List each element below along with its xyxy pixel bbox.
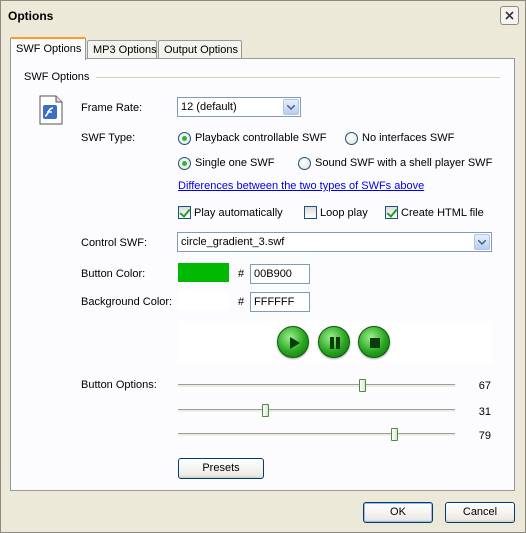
cancel-button[interactable]: Cancel (445, 502, 515, 523)
create-html-checkbox[interactable] (385, 206, 398, 219)
pause-icon (318, 326, 350, 358)
group-divider (96, 77, 500, 78)
flash-document-icon (39, 95, 63, 125)
radio-no-interfaces-label[interactable]: No interfaces SWF (362, 132, 454, 144)
button-color-label: Button Color: (81, 268, 146, 280)
play-automatically-checkbox[interactable] (178, 206, 191, 219)
button-options-label: Button Options: (81, 379, 157, 391)
slider-track-2 (178, 409, 455, 413)
swf-types-help-link[interactable]: Differences between the two types of SWF… (178, 180, 424, 192)
slider-value-3: 79 (478, 430, 491, 442)
frame-rate-value: 12 (default) (181, 101, 237, 113)
create-html-label[interactable]: Create HTML file (401, 207, 484, 219)
frame-rate-label: Frame Rate: (81, 102, 143, 114)
slider-value-1: 67 (478, 380, 491, 392)
radio-no-interfaces[interactable] (345, 132, 358, 145)
radio-playback-controllable[interactable] (178, 132, 191, 145)
loop-play-label[interactable]: Loop play (320, 207, 368, 219)
radio-single-swf[interactable] (178, 157, 191, 170)
play-icon (277, 326, 309, 358)
stop-icon (358, 326, 390, 358)
presets-button[interactable]: Presets (178, 458, 264, 479)
background-color-hash: # (238, 296, 245, 308)
slider-track-3 (178, 433, 455, 437)
background-color-input[interactable]: FFFFFF (250, 292, 310, 312)
slider-track-1 (178, 384, 455, 388)
chevron-down-icon (474, 234, 490, 250)
chevron-down-icon (283, 99, 299, 115)
control-swf-value: circle_gradient_3.swf (181, 236, 285, 248)
radio-playback-controllable-label[interactable]: Playback controllable SWF (195, 132, 326, 144)
radio-sound-shell-swf-label[interactable]: Sound SWF with a shell player SWF (315, 157, 492, 169)
window-title: Options (8, 9, 54, 23)
slider-value-2: 31 (478, 406, 491, 418)
button-color-input[interactable]: 00B900 (250, 264, 310, 284)
radio-single-swf-label[interactable]: Single one SWF (195, 157, 274, 169)
loop-play-checkbox[interactable] (304, 206, 317, 219)
button-color-hash: # (238, 268, 245, 280)
radio-sound-shell-swf[interactable] (298, 157, 311, 170)
options-window: Options SWF Options MP3 Options Output O… (0, 0, 526, 533)
slider-thumb-2[interactable] (262, 404, 269, 417)
control-swf-label: Control SWF: (81, 237, 148, 249)
player-preview (178, 321, 492, 363)
background-color-swatch[interactable] (178, 291, 229, 310)
close-icon (505, 11, 514, 20)
close-button[interactable] (500, 6, 519, 25)
swf-type-label: SWF Type: (81, 132, 136, 144)
button-color-swatch[interactable] (178, 263, 229, 282)
tab-output-options[interactable]: Output Options (158, 40, 242, 59)
slider-thumb-1[interactable] (359, 379, 366, 392)
ok-button[interactable]: OK (363, 502, 433, 523)
background-color-label: Background Color: (81, 296, 173, 308)
tab-mp3-options[interactable]: MP3 Options (87, 40, 157, 59)
control-swf-select[interactable]: circle_gradient_3.swf (177, 232, 492, 252)
slider-thumb-3[interactable] (391, 428, 398, 441)
group-title: SWF Options (24, 71, 90, 83)
play-automatically-label[interactable]: Play automatically (194, 207, 283, 219)
frame-rate-select[interactable]: 12 (default) (177, 97, 301, 117)
title-bar: Options (1, 1, 525, 31)
tab-swf-options[interactable]: SWF Options (10, 37, 86, 60)
